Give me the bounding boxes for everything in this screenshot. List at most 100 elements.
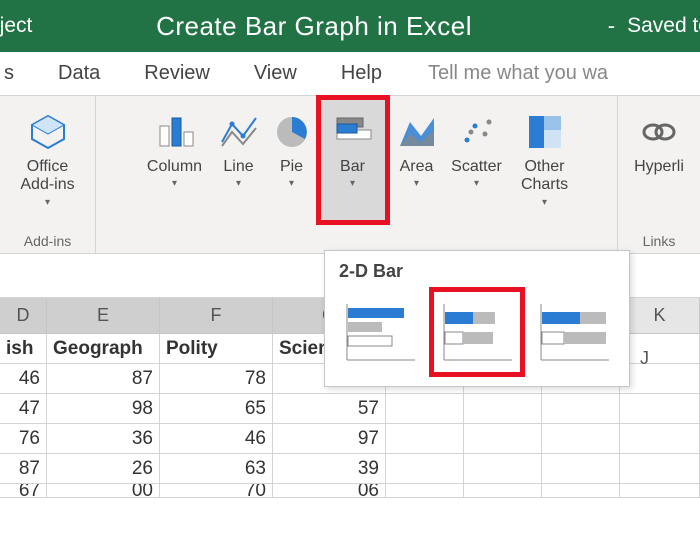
tab-data[interactable]: Data xyxy=(36,54,122,95)
chevron-down-icon: ▾ xyxy=(45,197,50,209)
data-cell[interactable]: 26 xyxy=(47,454,160,484)
empty-cell[interactable] xyxy=(542,454,620,484)
other-charts-icon xyxy=(525,112,565,152)
table-row: 87 26 63 39 xyxy=(0,454,700,484)
scatter-chart-button[interactable]: Scatter ▾ xyxy=(445,96,509,224)
data-cell[interactable]: 46 xyxy=(160,424,273,454)
data-cell[interactable]: 06 xyxy=(273,484,386,498)
data-cell[interactable]: 70 xyxy=(160,484,273,498)
hyperlink-label: Hyperli xyxy=(634,158,684,176)
pie-chart-icon xyxy=(272,112,312,152)
col-header-k[interactable]: K xyxy=(620,298,700,334)
col-header-e[interactable]: E xyxy=(47,298,160,334)
col-header-f[interactable]: F xyxy=(160,298,273,334)
data-cell[interactable]: 67 xyxy=(0,484,47,498)
ribbon-group-charts: Column ▾ Line ▾ Pie ▾ xyxy=(96,96,618,253)
pie-chart-button[interactable]: Pie ▾ xyxy=(267,96,317,224)
empty-cell[interactable] xyxy=(620,484,700,498)
data-cell[interactable]: 46 xyxy=(0,364,47,394)
chevron-down-icon: ▾ xyxy=(350,178,355,190)
scatter-chart-label: Scatter xyxy=(451,158,502,176)
stacked-bar-option[interactable] xyxy=(434,292,521,372)
other-charts-label: Other Charts xyxy=(521,158,568,195)
data-cell[interactable]: 98 xyxy=(47,394,160,424)
data-cell[interactable]: 63 xyxy=(160,454,273,484)
scatter-chart-icon xyxy=(457,112,497,152)
addins-icon xyxy=(28,112,68,152)
table-row: 47 98 65 57 xyxy=(0,394,700,424)
chevron-down-icon: ▾ xyxy=(414,178,419,190)
empty-cell[interactable] xyxy=(386,394,464,424)
line-chart-button[interactable]: Line ▾ xyxy=(211,96,267,224)
data-cell[interactable]: 57 xyxy=(273,394,386,424)
header-cell[interactable]: Geograph xyxy=(47,334,160,364)
empty-cell[interactable] xyxy=(464,454,542,484)
chevron-down-icon: ▾ xyxy=(474,178,479,190)
table-row-partial: 67 00 70 06 xyxy=(0,484,700,498)
empty-cell[interactable] xyxy=(386,484,464,498)
column-chart-icon xyxy=(155,112,195,152)
data-cell[interactable]: 65 xyxy=(160,394,273,424)
area-chart-label: Area xyxy=(400,158,434,176)
chevron-down-icon: ▾ xyxy=(289,178,294,190)
title-separator: - xyxy=(608,13,615,39)
bar-chart-button[interactable]: Bar ▾ xyxy=(317,96,389,224)
chevron-down-icon: ▾ xyxy=(542,197,547,209)
line-chart-label: Line xyxy=(223,158,253,176)
col-header-j-visible[interactable]: J xyxy=(640,348,649,369)
data-cell[interactable]: 39 xyxy=(273,454,386,484)
chevron-down-icon: ▾ xyxy=(172,178,177,190)
empty-cell[interactable] xyxy=(620,424,700,454)
empty-cell[interactable] xyxy=(542,394,620,424)
area-chart-button[interactable]: Area ▾ xyxy=(389,96,445,224)
stacked-bar-100-option[interactable] xyxy=(530,292,617,372)
header-cell[interactable]: Polity xyxy=(160,334,273,364)
group-label-links: Links xyxy=(618,233,700,249)
empty-cell[interactable] xyxy=(620,394,700,424)
tell-me-search[interactable]: Tell me what you wa xyxy=(404,54,608,95)
line-chart-icon xyxy=(219,112,259,152)
col-header-d[interactable]: D xyxy=(0,298,47,334)
empty-cell[interactable] xyxy=(464,484,542,498)
empty-cell[interactable] xyxy=(620,364,700,394)
ribbon-tabs: s Data Review View Help Tell me what you… xyxy=(0,52,700,96)
title-project-fragment: oject xyxy=(0,14,32,38)
empty-cell[interactable] xyxy=(620,334,700,364)
hyperlink-button[interactable]: Hyperli xyxy=(628,96,690,224)
data-cell[interactable]: 87 xyxy=(47,364,160,394)
link-icon xyxy=(639,112,679,152)
tab-review[interactable]: Review xyxy=(122,54,232,95)
document-title: Create Bar Graph in Excel xyxy=(32,11,595,42)
ribbon-group-links: Hyperli Links xyxy=(618,96,700,253)
data-cell[interactable]: 36 xyxy=(47,424,160,454)
tab-partial[interactable]: s xyxy=(0,54,36,95)
tab-help[interactable]: Help xyxy=(319,54,404,95)
empty-cell[interactable] xyxy=(542,484,620,498)
data-cell[interactable]: 47 xyxy=(0,394,47,424)
office-addins-button[interactable]: Office Add-ins ▾ xyxy=(14,96,80,224)
chevron-down-icon: ▾ xyxy=(236,178,241,190)
empty-cell[interactable] xyxy=(386,424,464,454)
bar-chart-label: Bar xyxy=(340,158,365,176)
empty-cell[interactable] xyxy=(620,454,700,484)
tab-view[interactable]: View xyxy=(232,54,319,95)
stacked-bar-100-icon xyxy=(535,300,613,364)
empty-cell[interactable] xyxy=(464,424,542,454)
data-cell[interactable]: 87 xyxy=(0,454,47,484)
header-cell[interactable]: ish xyxy=(0,334,47,364)
column-chart-button[interactable]: Column ▾ xyxy=(139,96,211,224)
data-cell[interactable]: 76 xyxy=(0,424,47,454)
other-charts-button[interactable]: Other Charts ▾ xyxy=(509,96,581,224)
empty-cell[interactable] xyxy=(464,394,542,424)
empty-cell[interactable] xyxy=(542,424,620,454)
title-bar: oject Create Bar Graph in Excel - Saved … xyxy=(0,0,700,52)
pie-chart-label: Pie xyxy=(280,158,303,176)
clustered-bar-option[interactable] xyxy=(337,292,424,372)
saved-indicator: Saved to xyxy=(627,14,700,38)
group-label-addins: Add-ins xyxy=(0,233,95,249)
empty-cell[interactable] xyxy=(386,454,464,484)
data-cell[interactable]: 00 xyxy=(47,484,160,498)
area-chart-icon xyxy=(397,112,437,152)
data-cell[interactable]: 78 xyxy=(160,364,273,394)
data-cell[interactable]: 97 xyxy=(273,424,386,454)
